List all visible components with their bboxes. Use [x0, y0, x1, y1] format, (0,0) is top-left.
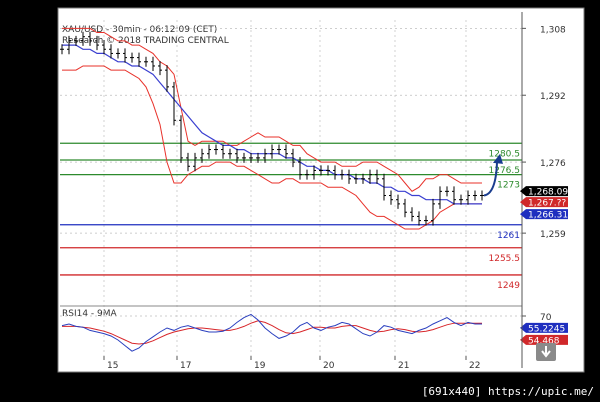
y-tick-label: 1,308	[540, 25, 566, 35]
rsi-y-tick-label: 70	[540, 313, 552, 323]
x-tick-label: 22	[469, 361, 480, 371]
x-tick-label: 17	[180, 361, 191, 371]
chart-canvas: XAU/USD - 30min - 06:12:09 (CET) Researc…	[0, 0, 600, 402]
watermark-text: [691x440] https://upic.me/	[421, 385, 594, 398]
x-tick-label: 19	[254, 361, 266, 371]
level-label: 1273	[497, 181, 520, 191]
level-label: 1280.5	[489, 149, 521, 159]
level-label: 1255.5	[489, 254, 521, 264]
y-tick-label: 1,259	[540, 230, 566, 240]
chart-subtitle: Research © 2018 TRADING CENTRAL	[62, 36, 229, 46]
price-tag-label: 1,268.09	[528, 188, 568, 198]
download-icon	[536, 343, 556, 361]
level-label: 1261	[497, 231, 520, 241]
rsi-value-tag-label: 55.2245	[528, 324, 565, 334]
x-tick-label: 20	[323, 361, 335, 371]
x-tick-label: 15	[107, 361, 118, 371]
price-tag-label: 1,266.31	[528, 211, 568, 221]
chart-title: XAU/USD - 30min - 06:12:09 (CET)	[62, 25, 217, 35]
price-tag-label: 1,267.??	[528, 199, 566, 209]
x-tick-label: 21	[398, 361, 409, 371]
level-label: 1249	[497, 281, 520, 291]
y-tick-label: 1,292	[540, 92, 566, 102]
y-tick-label: 1,276	[540, 159, 566, 169]
rsi-title: RSI14 - 9MA	[62, 309, 118, 319]
